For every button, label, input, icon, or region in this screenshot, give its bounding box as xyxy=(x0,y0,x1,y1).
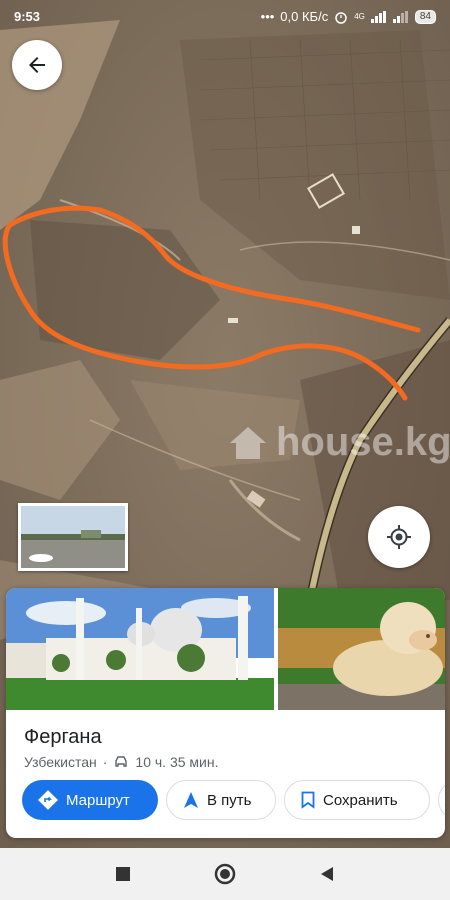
place-photos[interactable] xyxy=(6,588,445,710)
save-label: Сохранить xyxy=(323,791,398,809)
signal-icon-2 xyxy=(392,10,408,23)
back-nav-button[interactable] xyxy=(315,862,339,886)
directions-label: Маршрут xyxy=(66,791,130,809)
back-button[interactable] xyxy=(12,40,62,90)
directions-icon xyxy=(38,790,58,810)
directions-button[interactable]: Маршрут xyxy=(22,780,158,820)
navigation-icon xyxy=(184,792,198,808)
signal-icon xyxy=(370,10,386,23)
alarm-icon xyxy=(335,11,347,24)
status-time: 9:53 xyxy=(14,9,41,24)
home-button[interactable] xyxy=(213,862,237,886)
mosque-image xyxy=(6,588,274,710)
photo-lion[interactable] xyxy=(278,588,445,710)
dots-icon: ••• xyxy=(260,9,275,24)
street-view-image xyxy=(21,506,125,568)
system-nav-bar xyxy=(0,848,450,900)
drive-time: 10 ч. 35 мин. xyxy=(135,754,219,770)
circle-icon xyxy=(214,863,236,885)
lion-image xyxy=(278,588,445,710)
place-country: Узбекистан xyxy=(24,754,97,770)
square-icon xyxy=(116,867,130,881)
watermark: house.kg xyxy=(226,420,450,465)
triangle-back-icon xyxy=(321,867,333,881)
bookmark-icon xyxy=(301,791,315,809)
signal-type: 4G xyxy=(354,12,365,21)
street-view-thumbnail[interactable] xyxy=(18,503,128,571)
my-location-button[interactable] xyxy=(368,506,430,568)
car-icon xyxy=(115,756,128,767)
more-actions-button[interactable] xyxy=(438,780,445,820)
back-arrow-icon xyxy=(29,57,45,73)
network-speed: 0,0 КБ/с xyxy=(280,9,329,24)
recents-button[interactable] xyxy=(111,862,135,886)
place-card[interactable]: Фергана Узбекистан · 10 ч. 35 мин. Маршр… xyxy=(6,588,445,838)
battery-indicator: 84 xyxy=(414,9,436,24)
place-subtitle-row: Узбекистан · 10 ч. 35 мин. xyxy=(24,754,218,770)
start-navigation-button[interactable]: В путь xyxy=(166,780,276,820)
save-button[interactable]: Сохранить xyxy=(284,780,430,820)
separator-dot: · xyxy=(102,754,108,770)
photo-mosque[interactable] xyxy=(6,588,274,710)
status-right: ••• 0,0 КБ/с 4G 84 xyxy=(261,9,436,24)
start-label: В путь xyxy=(207,791,252,809)
my-location-icon xyxy=(387,525,411,549)
house-icon xyxy=(230,426,266,459)
place-title: Фергана xyxy=(24,726,102,748)
action-buttons: Маршрут В путь Сохранить xyxy=(22,780,445,820)
watermark-text: house.kg xyxy=(276,420,450,464)
status-bar: 9:53 ••• 0,0 КБ/с 4G 84 xyxy=(0,0,450,34)
